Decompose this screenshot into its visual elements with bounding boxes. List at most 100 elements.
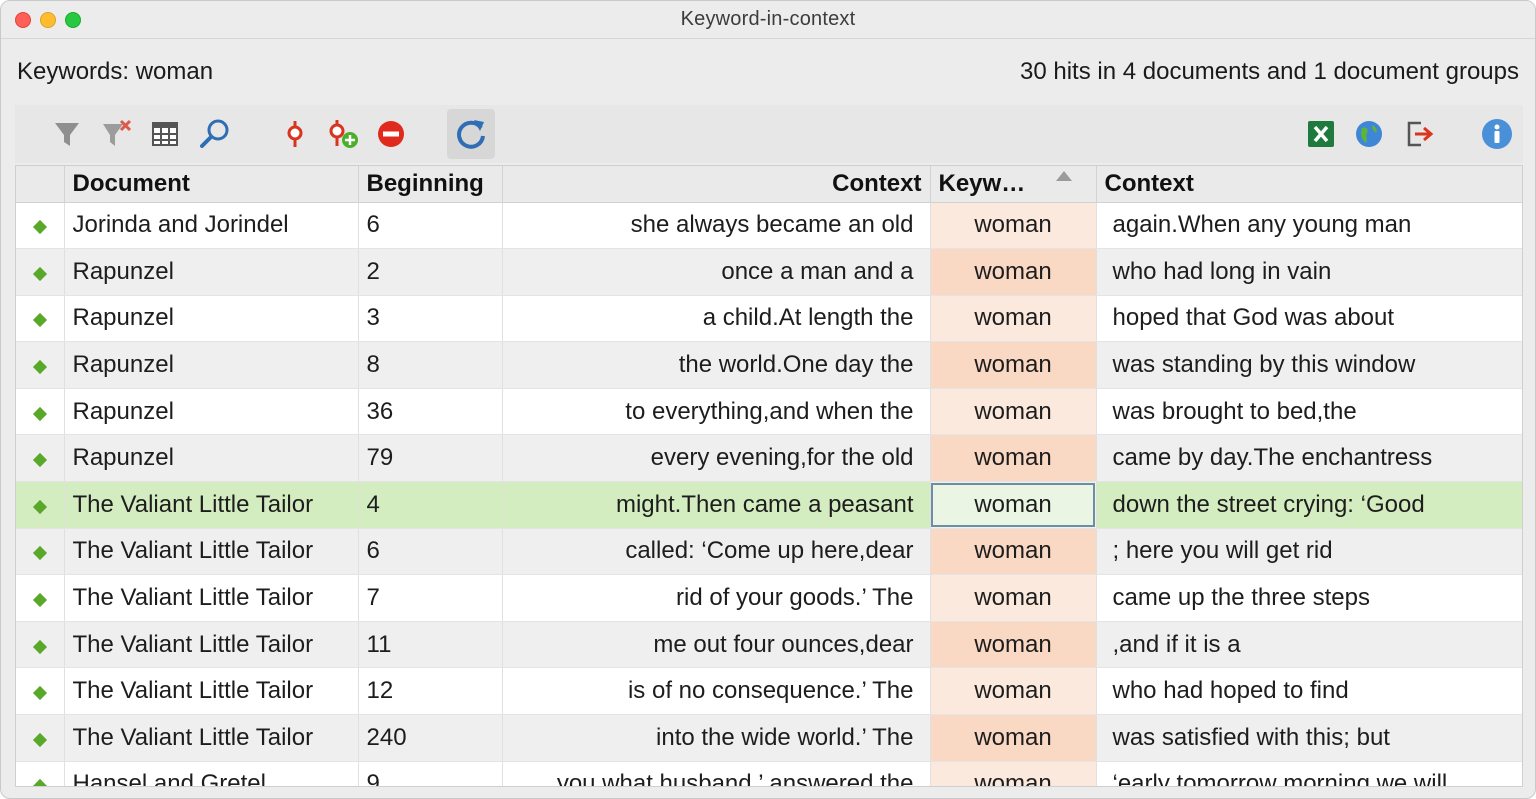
minimize-window-button[interactable] [40, 12, 56, 28]
beginning-cell[interactable]: 7 [358, 574, 503, 622]
column-header-context-left[interactable]: Context [502, 166, 931, 203]
info-icon[interactable] [1477, 114, 1517, 154]
row-marker[interactable] [16, 434, 65, 483]
close-window-button[interactable] [15, 12, 31, 28]
context-left-cell[interactable]: to everything,and when the [502, 388, 931, 436]
table-row[interactable]: Hansel and Gretel 9 you what husband,’ ans… [16, 761, 1522, 786]
table-row[interactable]: The Valiant Little Tailor 12 is of no cons… [16, 667, 1522, 716]
context-right-cell[interactable]: hoped that God was about [1096, 295, 1522, 343]
beginning-cell[interactable]: 6 [358, 528, 503, 576]
context-left-cell[interactable]: called: ‘Come up here,dear [502, 528, 931, 576]
context-right-cell[interactable]: ,and if it is a [1096, 621, 1522, 669]
keyword-cell[interactable]: woman [930, 248, 1097, 296]
context-left-cell[interactable]: a child.At length the [502, 295, 931, 343]
context-right-cell[interactable]: was brought to bed,the [1096, 388, 1522, 436]
context-left-cell[interactable]: into the wide world.’ The [502, 714, 931, 762]
table-row[interactable]: The Valiant Little Tailor 7 rid of your go… [16, 574, 1522, 622]
table-row[interactable]: The Valiant Little Tailor 4 might.Then cam… [16, 481, 1522, 529]
filter-icon[interactable] [47, 114, 87, 154]
document-cell[interactable]: Rapunzel [64, 248, 359, 296]
document-cell[interactable]: Jorinda and Jorindel [64, 202, 359, 250]
table-row[interactable]: The Valiant Little Tailor 11 me out four o… [16, 621, 1522, 669]
document-cell[interactable]: The Valiant Little Tailor [64, 621, 359, 669]
document-cell[interactable]: Rapunzel [64, 388, 359, 436]
context-left-cell[interactable]: you what husband,’ answered the [502, 761, 931, 786]
document-cell[interactable]: The Valiant Little Tailor [64, 528, 359, 576]
context-left-cell[interactable]: might.Then came a peasant [502, 481, 931, 529]
table-row[interactable]: The Valiant Little Tailor 6 called: ‘Come … [16, 528, 1522, 576]
search-icon[interactable] [195, 114, 235, 154]
context-left-cell[interactable]: is of no consequence.’ The [502, 667, 931, 716]
column-header-document[interactable]: Document [64, 166, 359, 203]
table-row[interactable]: Rapunzel 2 once a man and a woman who had lo… [16, 248, 1522, 296]
beginning-cell[interactable]: 79 [358, 434, 503, 483]
table-row[interactable]: Rapunzel 8 the world.One day the woman was s… [16, 341, 1522, 389]
context-left-cell[interactable]: the world.One day the [502, 341, 931, 389]
keyword-cell[interactable]: woman [930, 714, 1097, 762]
context-right-cell[interactable]: ; here you will get rid [1096, 528, 1522, 576]
context-left-cell[interactable]: every evening,for the old [502, 434, 931, 483]
keyword-cell[interactable]: woman [930, 481, 1097, 529]
table-row[interactable]: Rapunzel 3 a child.At length the woman hoped… [16, 295, 1522, 343]
remove-icon[interactable] [371, 114, 411, 154]
beginning-cell[interactable]: 6 [358, 202, 503, 250]
beginning-cell[interactable]: 9 [358, 761, 503, 786]
row-marker[interactable] [16, 528, 65, 576]
context-left-cell[interactable]: rid of your goods.’ The [502, 574, 931, 622]
row-marker[interactable] [16, 714, 65, 762]
keyword-cell[interactable]: woman [930, 202, 1097, 250]
column-header-beginning[interactable]: Beginning [358, 166, 503, 203]
activate-icon[interactable] [275, 114, 315, 154]
clear-filter-icon[interactable] [97, 114, 137, 154]
keyword-cell[interactable]: woman [930, 667, 1097, 716]
keyword-cell[interactable]: woman [930, 621, 1097, 669]
row-marker[interactable] [16, 574, 65, 622]
keyword-cell[interactable]: woman [930, 388, 1097, 436]
document-cell[interactable]: Hansel and Gretel [64, 761, 359, 786]
row-marker[interactable] [16, 248, 65, 296]
context-right-cell[interactable]: ‘early tomorrow morning we will [1096, 761, 1522, 786]
keyword-cell[interactable]: woman [930, 761, 1097, 786]
beginning-cell[interactable]: 8 [358, 341, 503, 389]
beginning-cell[interactable]: 240 [358, 714, 503, 762]
keyword-cell[interactable]: woman [930, 295, 1097, 343]
context-right-cell[interactable]: again.When any young man [1096, 202, 1522, 250]
beginning-cell[interactable]: 36 [358, 388, 503, 436]
column-header-context-right[interactable]: Context [1096, 166, 1522, 203]
beginning-cell[interactable]: 2 [358, 248, 503, 296]
context-right-cell[interactable]: down the street crying: ‘Good [1096, 481, 1522, 529]
row-marker[interactable] [16, 481, 65, 529]
document-cell[interactable]: Rapunzel [64, 434, 359, 483]
context-left-cell[interactable]: she always became an old [502, 202, 931, 250]
context-right-cell[interactable]: who had long in vain [1096, 248, 1522, 296]
marker-column-header[interactable] [16, 166, 65, 203]
maximize-window-button[interactable] [65, 12, 81, 28]
excel-export-icon[interactable] [1301, 114, 1341, 154]
keyword-cell[interactable]: woman [930, 434, 1097, 483]
beginning-cell[interactable]: 12 [358, 667, 503, 716]
keyword-cell[interactable]: woman [930, 574, 1097, 622]
table-row[interactable]: Rapunzel 79 every evening,for the old woman… [16, 434, 1522, 483]
row-marker[interactable] [16, 341, 65, 389]
context-right-cell[interactable]: was standing by this window [1096, 341, 1522, 389]
row-marker[interactable] [16, 202, 65, 250]
document-cell[interactable]: The Valiant Little Tailor [64, 574, 359, 622]
beginning-cell[interactable]: 4 [358, 481, 503, 529]
row-marker[interactable] [16, 388, 65, 436]
row-marker[interactable] [16, 295, 65, 343]
document-cell[interactable]: The Valiant Little Tailor [64, 667, 359, 716]
table-row[interactable]: The Valiant Little Tailor 240 into the wid… [16, 714, 1522, 762]
context-right-cell[interactable]: was satisfied with this; but [1096, 714, 1522, 762]
beginning-cell[interactable]: 11 [358, 621, 503, 669]
row-marker[interactable] [16, 761, 65, 786]
document-cell[interactable]: Rapunzel [64, 295, 359, 343]
add-code-icon[interactable] [323, 114, 363, 154]
document-cell[interactable]: Rapunzel [64, 341, 359, 389]
refresh-icon[interactable] [447, 109, 495, 159]
export-icon[interactable] [1399, 114, 1439, 154]
document-cell[interactable]: The Valiant Little Tailor [64, 481, 359, 529]
table-row[interactable]: Rapunzel 36 to everything,and when the woma… [16, 388, 1522, 436]
context-right-cell[interactable]: who had hoped to find [1096, 667, 1522, 716]
context-right-cell[interactable]: came by day.The enchantress [1096, 434, 1522, 483]
document-cell[interactable]: The Valiant Little Tailor [64, 714, 359, 762]
